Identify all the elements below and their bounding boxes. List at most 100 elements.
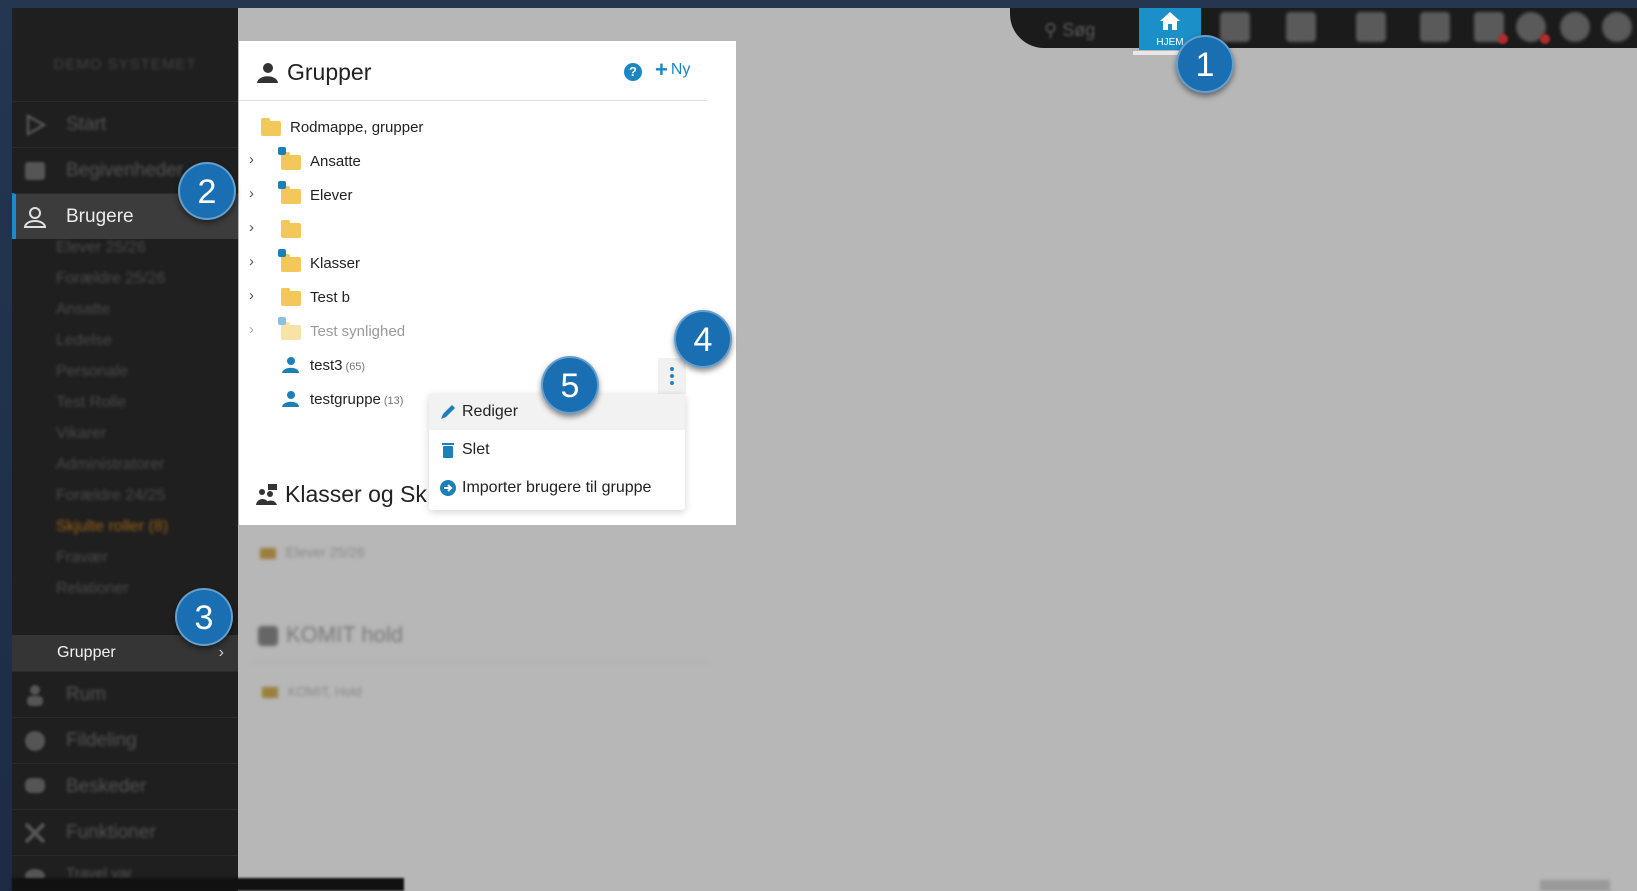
callout-badge-3: 3 (175, 588, 233, 646)
sub-item[interactable]: Fravær (56, 549, 108, 567)
tree-item-test-b[interactable]: › Test b (239, 284, 539, 312)
lock-icon (278, 181, 286, 189)
corner-button[interactable] (1540, 880, 1610, 891)
home-icon (1160, 12, 1180, 30)
help-icon[interactable]: ? (624, 63, 642, 81)
sidebar: DEMO SYSTEMET Start Begivenheder Brugere… (12, 8, 238, 891)
sub-item[interactable]: Personale (56, 363, 128, 381)
sub-item[interactable]: Relationer (56, 580, 129, 598)
nav-funktioner[interactable]: Funktioner (12, 809, 238, 855)
section-title-klasser: Klasser og Sk (255, 481, 427, 508)
member-count: (13) (383, 395, 404, 407)
nav-label: Brugere (66, 205, 134, 227)
folder-icon (281, 152, 301, 170)
sub-item[interactable]: Test Rolle (56, 394, 126, 412)
user-icon (23, 206, 47, 228)
share-icon (25, 730, 45, 751)
nav-fildeling[interactable]: Fildeling (12, 717, 238, 763)
callout-badge-4: 4 (674, 310, 732, 368)
trash-icon (442, 443, 454, 458)
nav-label: Beskeder (66, 775, 147, 797)
nav-label: Rum (66, 683, 107, 705)
group-icon (257, 62, 278, 83)
tree-root[interactable]: Rodmappe, grupper (239, 114, 539, 142)
member-count: (65) (345, 361, 366, 373)
sub-item[interactable]: Elever 25/26 (56, 239, 146, 257)
kebab-dot (670, 381, 674, 385)
group-user-icon (282, 391, 299, 407)
sub-item[interactable]: Forældre 25/26 (56, 270, 165, 288)
plus-icon: + (655, 57, 668, 82)
komit-section-title: KOMIT hold (258, 622, 403, 648)
status-bar (12, 878, 404, 891)
power-icon[interactable] (1560, 12, 1590, 42)
divider (239, 100, 707, 101)
tools-icon (24, 822, 46, 843)
tree-item-klasser[interactable]: › Klasser (239, 249, 539, 278)
callout-badge-1: 1 (1176, 35, 1234, 93)
group-user-icon (282, 357, 299, 373)
callout-badge-5: 5 (541, 356, 599, 414)
new-group-button[interactable]: + Ny (655, 57, 690, 82)
nav-label: Begivenheder (66, 159, 184, 181)
pencil-icon (441, 405, 455, 419)
nav-label: Funktioner (66, 821, 156, 843)
sub-item[interactable]: Vikarer (56, 425, 106, 443)
tree-item-test3[interactable]: test3 (65) (239, 352, 539, 380)
chevron-right-icon[interactable]: › (249, 185, 254, 202)
search-button[interactable]: ⚲ Søg (1044, 20, 1095, 41)
chevron-right-icon[interactable]: › (249, 219, 254, 236)
folder-icon (281, 322, 301, 340)
calendar-icon (25, 161, 45, 180)
sub-item[interactable]: Ledelse (56, 332, 112, 350)
tools-toolbar-icon[interactable] (1356, 12, 1386, 42)
callout-badge-2: 2 (178, 162, 236, 220)
chevron-right-icon[interactable]: › (249, 151, 254, 168)
more-options-button[interactable] (658, 358, 686, 394)
nav-start[interactable]: Start (12, 101, 238, 147)
folder-icon (281, 254, 301, 272)
play-icon (26, 113, 47, 136)
chat-icon (25, 777, 45, 793)
sub-item-label: Grupper (57, 644, 116, 661)
tree-item-test-synlighed[interactable]: › Test synlighed (239, 317, 539, 346)
komit-separator (250, 662, 710, 663)
kebab-dot (670, 367, 674, 371)
person-icon (27, 684, 43, 706)
avatar[interactable] (1602, 12, 1632, 42)
menu-item-importer[interactable]: Importer brugere til gruppe (429, 470, 685, 506)
tree-item-unnamed[interactable]: › (239, 216, 539, 244)
page-title: Grupper (255, 59, 371, 86)
sub-item[interactable]: Administratorer (56, 456, 164, 474)
chat-toolbar-icon[interactable] (1286, 12, 1316, 42)
kebab-dot (670, 374, 674, 378)
nav-label: Start (66, 113, 107, 135)
chevron-right-icon: › (218, 644, 224, 661)
nav-label: Fildeling (66, 729, 137, 751)
folder-icon (261, 118, 281, 136)
bell-badge (1540, 34, 1550, 44)
menu-item-slet[interactable]: Slet (429, 432, 685, 468)
import-icon (440, 480, 456, 496)
lock-icon (278, 249, 286, 257)
folder-icon (281, 288, 301, 306)
komit-tree-item: KOMIT, Hold (262, 684, 362, 699)
nav-beskeder[interactable]: Beskeder (12, 763, 238, 809)
chevron-right-icon[interactable]: › (249, 321, 254, 338)
tree-item-ansatte[interactable]: › Ansatte (239, 147, 539, 176)
chevron-right-icon[interactable]: › (249, 253, 254, 270)
tree-item-elever[interactable]: › Elever (239, 181, 539, 210)
sub-item-hidden-roles[interactable]: Skjulte roller (8) (56, 518, 168, 536)
system-name: DEMO SYSTEMET (53, 56, 197, 73)
calendar-toolbar-icon[interactable] (1220, 12, 1250, 42)
messages-badge (1498, 34, 1508, 44)
sub-item[interactable]: Forældre 24/25 (56, 487, 165, 505)
document-toolbar-icon[interactable] (1420, 12, 1450, 42)
klasser-tree-item: Elever 25/26 (260, 544, 365, 560)
sub-item[interactable]: Ansatte (56, 301, 110, 319)
class-icon (256, 483, 277, 505)
nav-rum[interactable]: Rum (12, 671, 238, 717)
folder-icon (281, 220, 301, 238)
folder-icon (281, 186, 301, 204)
chevron-right-icon[interactable]: › (249, 287, 254, 304)
